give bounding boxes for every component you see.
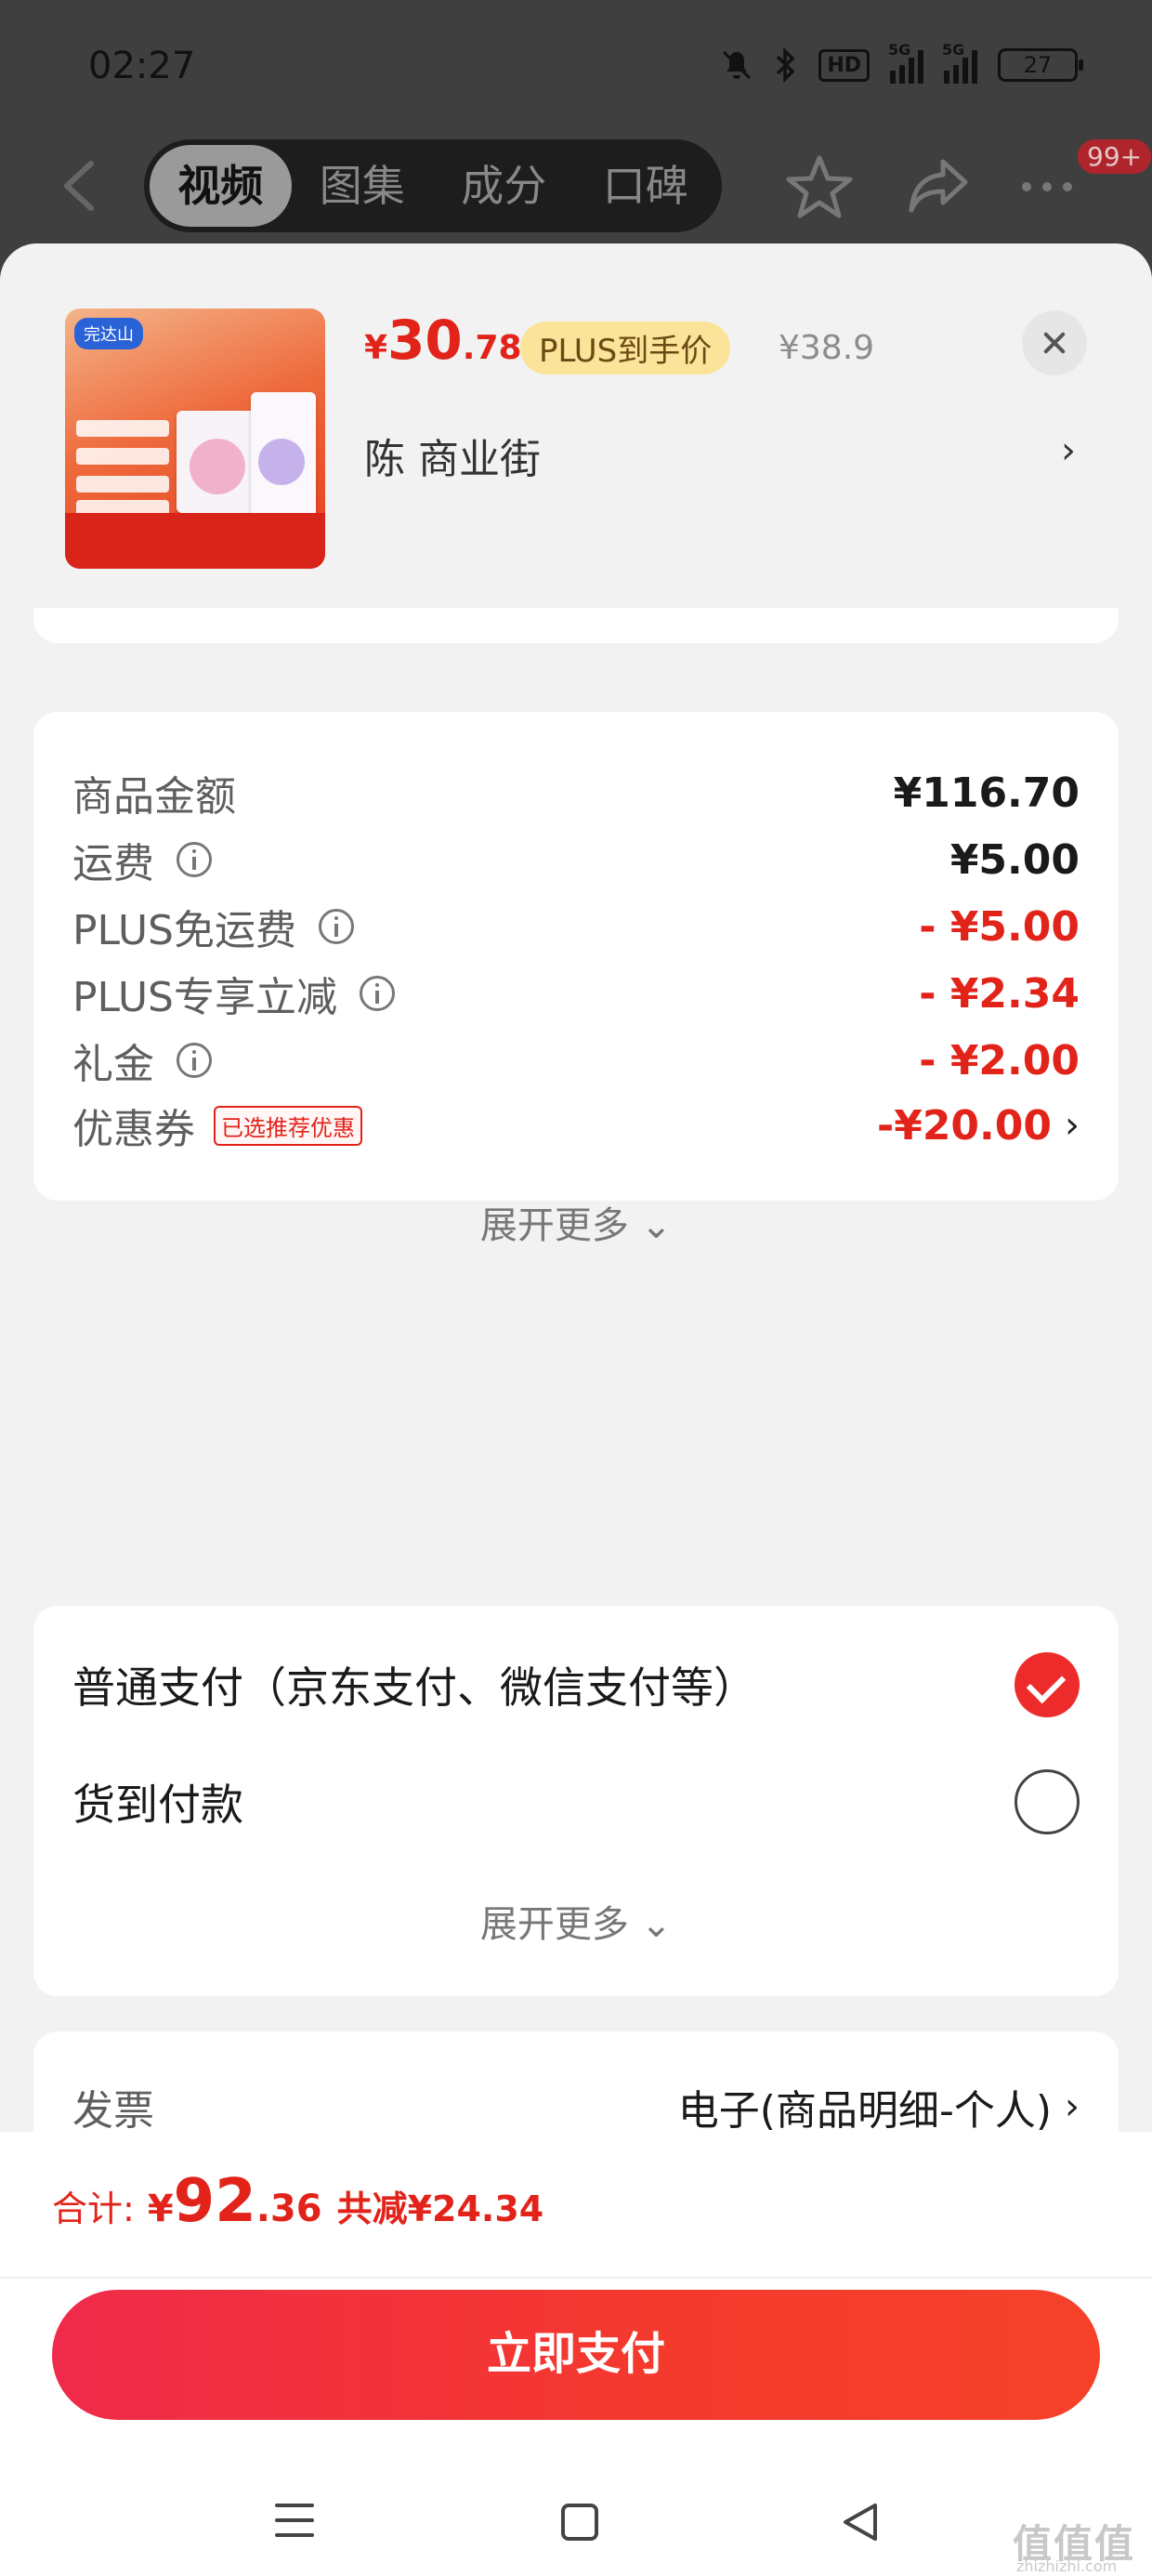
total-decimal: .36 xyxy=(255,2188,322,2230)
coupon-value: -¥20.00 xyxy=(876,1101,1052,1150)
tab-video[interactable]: 视频 xyxy=(150,145,292,227)
fee-row-shipping: 运费 ¥5.00 xyxy=(72,827,1080,892)
payment-option-label: 普通支付（京东支付、微信支付等） xyxy=(72,1663,756,1713)
total-savings: 共减¥24.34 xyxy=(336,2188,544,2229)
system-nav-bar: 值值值 zhizhizhi.com xyxy=(0,2466,1152,2576)
signal-5g-icon: 5G xyxy=(942,41,977,84)
fee-value: ¥116.70 xyxy=(893,769,1080,817)
home-icon[interactable] xyxy=(561,2504,598,2541)
status-time: 02:27 xyxy=(88,45,196,87)
info-icon[interactable] xyxy=(319,909,354,944)
product-header: 完达山 ¥ 30 .78 PLUS到手价 ¥38.9 陈 商业街 › xyxy=(0,243,1152,608)
original-price: ¥38.9 xyxy=(779,329,875,367)
invoice-label: 发票 xyxy=(72,2087,154,2135)
status-icons: HD 5G 5G 27 xyxy=(720,41,1083,84)
expand-more-label: 展开更多 xyxy=(479,1903,629,1946)
fee-label: PLUS专享立减 xyxy=(72,974,337,1021)
menu-icon[interactable] xyxy=(275,2504,314,2541)
chevron-right-icon[interactable]: › xyxy=(1065,2085,1080,2128)
info-icon[interactable] xyxy=(177,842,212,877)
signal-5g-icon: 5G xyxy=(888,41,923,84)
tab-ingredients[interactable]: 成分 xyxy=(433,145,575,227)
net-type-label: 5G xyxy=(942,41,965,59)
fee-label: 礼金 xyxy=(72,1041,154,1088)
brand-logo: 完达山 xyxy=(74,318,143,349)
tab-reviews[interactable]: 口碑 xyxy=(575,145,717,227)
info-icon[interactable] xyxy=(177,1043,212,1078)
watermark-url: zhizhizhi.com xyxy=(1016,2557,1118,2575)
back-arrow-icon[interactable] xyxy=(58,158,102,214)
battery-icon: 27 xyxy=(998,48,1083,82)
total-label: 合计: xyxy=(52,2188,135,2229)
fee-row-plus-discount: PLUS专享立减 - ¥2.34 xyxy=(72,961,1080,1026)
share-icon[interactable] xyxy=(906,156,971,216)
price-decimal: .78 xyxy=(462,329,522,367)
fee-label: 商品金额 xyxy=(72,773,236,821)
expand-more-payment[interactable]: 展开更多 ⌄ xyxy=(33,1894,1119,1948)
fee-value: - ¥2.00 xyxy=(919,1036,1080,1084)
radio-checked-icon[interactable] xyxy=(1015,1652,1080,1717)
hd-icon: HD xyxy=(818,48,870,82)
net-type-label: 5G xyxy=(888,41,911,59)
chevron-down-icon: ⌄ xyxy=(640,1903,673,1946)
checkout-footer: 合计: ¥ 92 .36 共减¥24.34 立即支付 值值值 zhizhizhi… xyxy=(0,2132,1152,2576)
product-image: 完达山 xyxy=(65,309,325,569)
total-integer: 92 xyxy=(173,2167,256,2236)
chevron-right-icon[interactable]: › xyxy=(1061,429,1076,472)
fee-value: - ¥5.00 xyxy=(919,902,1080,951)
fee-label: PLUS免运费 xyxy=(72,907,296,954)
fee-row-plus-free-shipping: PLUS免运费 - ¥5.00 xyxy=(72,894,1080,959)
payment-option-cod[interactable]: 货到付款 xyxy=(72,1768,1080,1836)
fee-row-gift-money: 礼金 - ¥2.00 xyxy=(72,1028,1080,1093)
coupon-label: 优惠券 xyxy=(72,1106,195,1153)
invoice-row[interactable]: 发票 电子(商品明细-个人) › xyxy=(72,2074,1080,2139)
payment-option-label: 货到付款 xyxy=(72,1780,243,1830)
chevron-right-icon[interactable]: › xyxy=(1065,1104,1080,1147)
close-button[interactable] xyxy=(1022,310,1087,375)
plus-price-tag: PLUS到手价 xyxy=(520,322,731,375)
notification-badge: 99+ xyxy=(1078,139,1152,174)
fee-value: ¥5.00 xyxy=(949,835,1080,884)
pay-now-button[interactable]: 立即支付 xyxy=(52,2290,1100,2420)
expand-more-fees[interactable]: 展开更多 ⌄ xyxy=(0,1195,1152,1249)
top-nav: 视频 图集 成分 口碑 99+ xyxy=(0,139,1152,232)
status-bar: 02:27 HD 5G 5G 27 xyxy=(0,0,1152,139)
chevron-down-icon: ⌄ xyxy=(640,1204,673,1247)
star-icon[interactable] xyxy=(785,154,854,219)
order-total: 合计: ¥ 92 .36 共减¥24.34 xyxy=(52,2167,543,2236)
radio-unchecked-icon[interactable] xyxy=(1015,1769,1080,1834)
expand-more-label: 展开更多 xyxy=(479,1204,629,1247)
divider xyxy=(0,2277,1152,2279)
store-name[interactable]: 陈 商业街 xyxy=(364,426,541,485)
back-triangle-icon[interactable] xyxy=(840,2502,881,2543)
fee-row-coupon[interactable]: 优惠券 已选推荐优惠 -¥20.00 › xyxy=(72,1093,1080,1158)
mute-icon xyxy=(723,50,752,80)
price-integer: 30 xyxy=(387,309,463,372)
tab-gallery[interactable]: 图集 xyxy=(292,145,434,227)
fee-breakdown-card: 商品金额 ¥116.70 运费 ¥5.00 PLUS免运费 - ¥5.00 PL… xyxy=(33,712,1119,1201)
fee-label: 运费 xyxy=(72,840,154,887)
plus-price: ¥ 30 .78 xyxy=(364,309,522,372)
coupon-tag: 已选推荐优惠 xyxy=(214,1105,362,1146)
info-icon[interactable] xyxy=(360,976,395,1011)
payment-method-card: 普通支付（京东支付、微信支付等） 货到付款 展开更多 ⌄ xyxy=(33,1606,1119,1996)
fee-row-goods: 商品金额 ¥116.70 xyxy=(72,760,1080,825)
payment-option-online[interactable]: 普通支付（京东支付、微信支付等） xyxy=(72,1650,1080,1719)
invoice-value: 电子(商品明细-个人) xyxy=(677,2087,1052,2135)
price-currency: ¥ xyxy=(364,329,388,367)
more-icon[interactable] xyxy=(1022,182,1072,191)
total-currency: ¥ xyxy=(147,2188,174,2230)
media-tabs: 视频 图集 成分 口碑 xyxy=(144,139,722,232)
fee-value: - ¥2.34 xyxy=(919,969,1080,1018)
bluetooth-icon xyxy=(777,47,795,83)
